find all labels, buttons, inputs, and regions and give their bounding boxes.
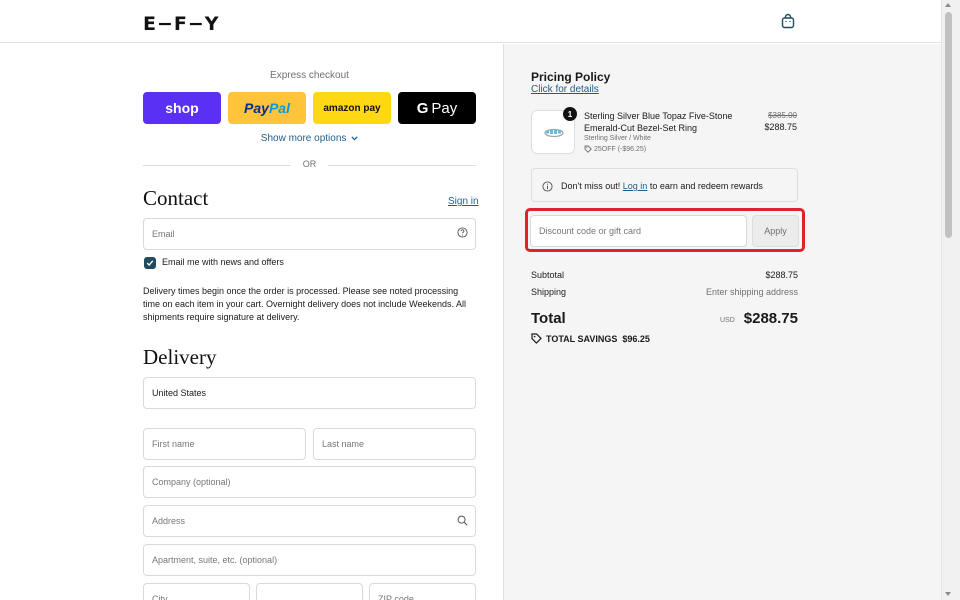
total-savings-text: TOTAL SAVINGS $96.25 [546, 333, 650, 344]
product-discount: 25OFF (-$96.25) [584, 145, 646, 153]
total-savings: TOTAL SAVINGS $96.25 [531, 333, 650, 344]
delivery-notice: Delivery times begin once the order is p… [143, 286, 466, 322]
or-divider: OR [143, 159, 476, 171]
header: E−F−Y [0, 0, 941, 43]
shipping-value: Enter shipping address [705, 287, 798, 297]
rewards-notice-text: Don't miss out! Log in to earn and redee… [561, 181, 763, 191]
last-name-input[interactable] [313, 428, 476, 460]
discount-code-input[interactable] [530, 215, 747, 247]
store-logo[interactable]: E−F−Y [143, 13, 220, 35]
paypal-label-pay: Pay [244, 100, 269, 116]
total-currency: USD [720, 317, 735, 324]
paypal-label-pal: Pal [268, 100, 290, 116]
or-text: OR [302, 159, 317, 169]
paypal-button[interactable]: Pay Pal [228, 92, 306, 124]
shopping-bag-icon[interactable] [780, 13, 796, 29]
news-checkbox-label[interactable]: Email me with news and offers [162, 257, 284, 267]
original-price: $385.00 [768, 111, 797, 120]
info-icon [542, 181, 553, 192]
rewards-notice-post: to earn and redeem rewards [649, 181, 763, 191]
shipping-label: Shipping [531, 287, 567, 297]
subtotal-value: $288.75 [765, 270, 798, 280]
divider-line-right [328, 165, 476, 166]
news-checkbox[interactable] [144, 257, 156, 269]
delivery-title: Delivery [143, 345, 217, 369]
rewards-notice: Don't miss out! Log in to earn and redee… [531, 168, 798, 202]
country-value: United States [152, 388, 207, 398]
scroll-up-arrow-icon[interactable] [945, 3, 951, 7]
city-input[interactable] [143, 583, 250, 600]
company-input[interactable] [143, 466, 476, 498]
help-circle-icon[interactable] [457, 227, 468, 238]
pricing-policy-title: Pricing Policy [531, 70, 611, 84]
product-variant: Sterling Silver / White [584, 135, 651, 142]
search-icon [457, 515, 468, 526]
google-pay-button[interactable]: G Pay [398, 92, 476, 124]
show-more-label: Show more options [260, 133, 347, 144]
email-input[interactable] [143, 218, 476, 250]
amazon-pay-label: amazon pay [323, 102, 381, 114]
sign-in-link[interactable]: Sign in [448, 196, 479, 207]
checkout-form: Express checkout shop Pay Pal amazon pay … [0, 44, 503, 600]
google-g-icon: G [416, 99, 429, 117]
total-label: Total [531, 310, 566, 327]
state-select[interactable] [256, 583, 363, 600]
shop-pay-button[interactable]: shop [143, 92, 221, 124]
checkmark-icon [146, 260, 154, 267]
apply-discount-button[interactable]: Apply [752, 215, 799, 247]
shop-pay-label: shop [165, 100, 199, 116]
subtotal-label: Subtotal [531, 270, 565, 280]
log-in-link[interactable]: Log in [623, 181, 648, 191]
scrollbar-thumb[interactable] [945, 12, 952, 238]
product-price: $288.75 [764, 122, 797, 132]
pricing-details-link[interactable]: Click for details [531, 84, 599, 95]
quantity-badge: 1 [563, 107, 577, 121]
zip-input[interactable] [369, 583, 476, 600]
apartment-input[interactable] [143, 544, 476, 576]
savings-tag-icon [531, 333, 542, 344]
country-select[interactable]: United States [143, 377, 476, 409]
chevron-down-icon [351, 136, 358, 141]
first-name-input[interactable] [143, 428, 306, 460]
order-summary: Pricing Policy Click for details 1 Sterl… [503, 44, 941, 600]
scroll-down-arrow-icon[interactable] [945, 592, 951, 596]
product-name: Sterling Silver Blue Topaz Five-Stone Em… [584, 111, 733, 133]
page-scrollbar[interactable] [941, 0, 960, 600]
product-discount-text: 25OFF (-$96.25) [594, 145, 647, 153]
rewards-notice-pre: Don't miss out! [561, 181, 621, 191]
address-input[interactable] [143, 505, 476, 537]
show-more-options-link[interactable]: Show more options [143, 133, 476, 144]
tag-icon [584, 145, 592, 153]
contact-title: Contact [143, 186, 209, 210]
total-value: $288.75 [743, 310, 798, 327]
google-pay-label: Pay [431, 99, 458, 117]
express-checkout-title: Express checkout [270, 70, 349, 81]
amazon-pay-button[interactable]: amazon pay [313, 92, 391, 124]
